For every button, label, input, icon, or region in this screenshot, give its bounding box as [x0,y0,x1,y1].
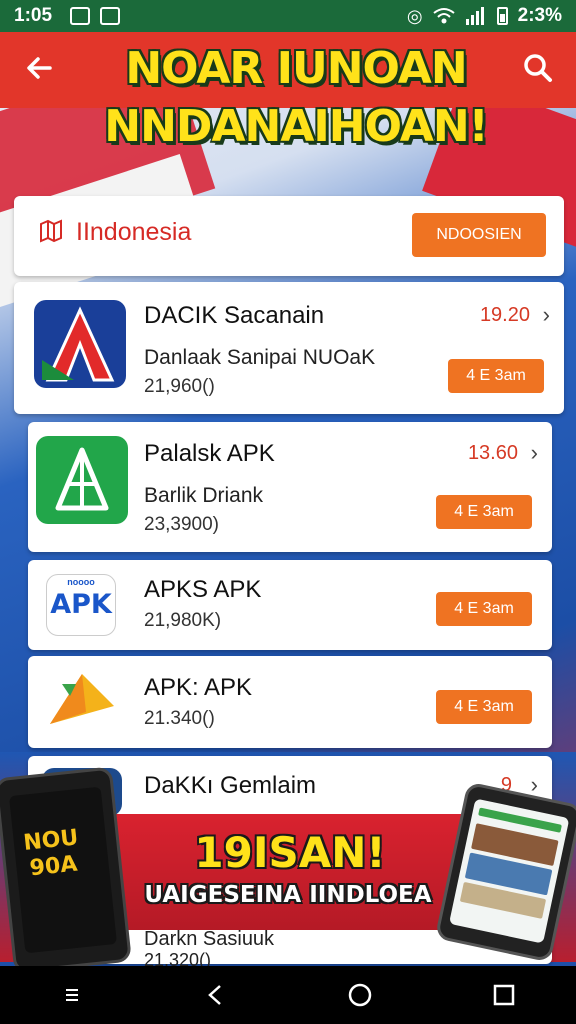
promo-headline: 19ISAN! [194,828,386,877]
search-icon [524,54,552,82]
app-price: 13.60 [467,442,518,464]
get-button[interactable]: 4 E 3am [436,690,532,724]
menu-icon [66,989,78,1001]
home-button[interactable] [340,975,380,1015]
recents-button[interactable] [484,975,524,1015]
app-name: Palalsk APK [144,440,275,467]
region-card: IIndonesia NDOOSIEN [14,196,564,276]
get-button[interactable]: 4 E 3am [436,495,532,529]
app-name: APK: APK [144,674,253,701]
wifi-icon [433,8,455,24]
phone-image [434,781,576,963]
signal-icon [465,7,484,25]
app-name: APKS APK [144,576,262,603]
promo-banner[interactable]: 19ISAN! UAIGESEINA IINDLOEA NOU 90A [0,766,576,974]
chevron-right-icon: › [530,440,538,465]
phone-screen [448,798,570,944]
app-price: 19.20 [479,304,530,326]
list-item[interactable]: Palalsk APK Barlik Driank 23,3900) 13.60… [28,422,552,552]
back-button[interactable] [22,50,58,86]
app-name: DACIK Sacanain [144,302,325,329]
yellow-arrow-app-icon [42,668,118,736]
home-circle-icon [348,983,372,1007]
search-button[interactable] [520,50,556,86]
list-item[interactable]: APK: APK 21.340() 4 E 3am [28,656,552,748]
app-download-count: 21,960() [144,376,215,397]
list-item[interactable]: DACIK Sacanain Danlaak Sanipai NUOaK 21,… [14,282,564,414]
app-name: DaKKı Gemlaim [144,772,317,799]
status-time: 1:05 [14,5,53,26]
get-button[interactable]: 4 E 3am [436,592,532,626]
image-notification-icon [100,7,121,25]
menu-button[interactable] [52,975,92,1015]
app-download-count: 21.340() [144,708,215,729]
back-arrow-icon [27,57,52,79]
alarm-icon: ◎ [406,5,423,26]
app-subtitle: Barlik Driank [144,484,264,507]
app-subtitle: Danlaak Sanipai NUOaK [144,346,376,369]
phone-screen-text: NOU 90A [22,825,80,882]
banner-title-line2: NNDANAIHOAN! [104,101,488,152]
banner-title: NOAR IUNOAN NNDANAIHOAN! [96,40,496,156]
red-triangle-app-icon [34,300,126,388]
battery-icon [496,7,508,25]
list-item[interactable]: noooo APK APKS APK 21,980K) 4 E 3am [28,560,552,650]
phone-image: NOU 90A [0,766,132,974]
back-triangle-icon [208,985,221,1005]
apk-logo-icon: noooo APK [46,574,116,636]
promo-subline: UAIGESEINA IINDLOEA [144,882,432,908]
map-icon [40,219,62,243]
app-download-count: 21,980K) [144,610,222,631]
app-download-count: 23,3900) [144,514,220,535]
system-nav-bar [0,966,576,1024]
get-button[interactable]: 4 E 3am [448,359,544,393]
banner-title-line1: NOAR IUNOAN [125,43,467,94]
region-label: IIndonesia [76,218,192,246]
region-select-button[interactable]: NDOOSIEN [412,213,546,257]
notification-icon [70,7,91,25]
recents-square-icon [493,984,515,1006]
green-triangle-app-icon [36,436,128,524]
chevron-right-icon: › [542,302,550,327]
status-bar: 1:05 ◎ 2:3% [0,0,576,32]
battery-percent: 2:3% [517,5,562,26]
nav-back-button[interactable] [196,975,236,1015]
